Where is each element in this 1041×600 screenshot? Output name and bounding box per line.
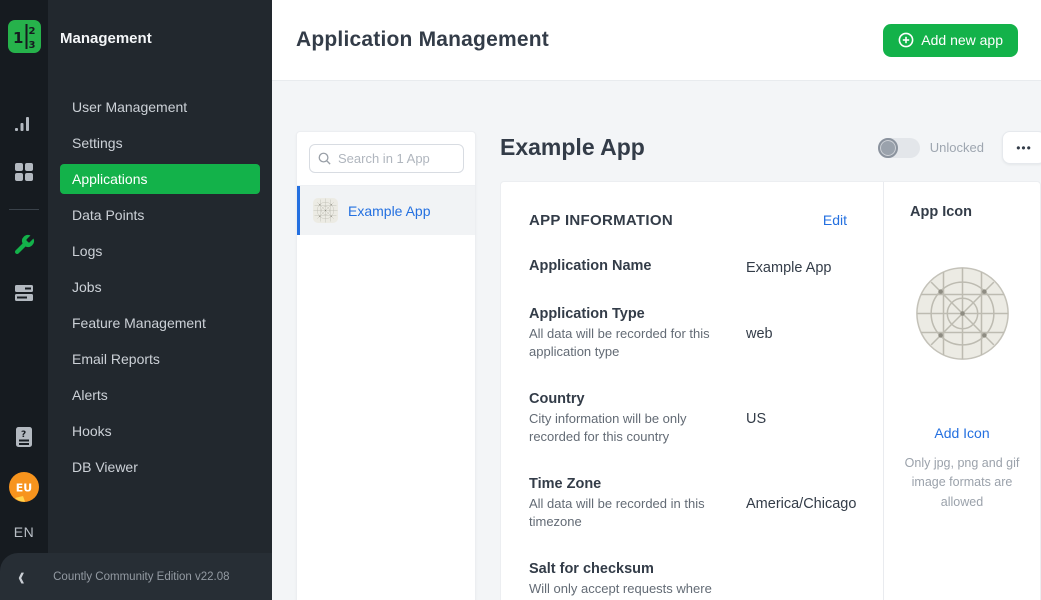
sidebar-menu-item-label: Alerts — [72, 387, 108, 403]
sidebar-menu-item[interactable]: Logs — [60, 236, 260, 266]
management-wrench-icon[interactable] — [11, 232, 37, 258]
field-label: Application Name — [529, 258, 746, 274]
sidebar-menu-item[interactable]: DB Viewer — [60, 452, 260, 482]
field-row: Time Zone All data will be recorded in t… — [529, 476, 847, 532]
svg-text:2: 2 — [28, 26, 35, 37]
field-value: America/Chicago — [746, 496, 856, 512]
app-list-item-label: Example App — [348, 203, 431, 219]
lock-status-label: Unlocked — [930, 140, 984, 155]
field-label: Time Zone — [529, 476, 746, 492]
sidebar-menu-item-label: DB Viewer — [72, 459, 138, 475]
sidebar-menu-item-label: Data Points — [72, 207, 144, 223]
page-header: Application Management Add new app — [272, 0, 1041, 81]
collapse-sidebar-icon[interactable]: ‹ — [18, 563, 25, 591]
section-title: APP INFORMATION — [529, 212, 673, 229]
icon-format-hint: Only jpg, png and gif image formats are … — [901, 454, 1023, 512]
sidebar-menu-item-label: Settings — [72, 135, 123, 151]
content-area: Example App Example App Unlocked ••• — [272, 81, 1041, 600]
toggle-knob-icon — [878, 138, 898, 158]
analytics-bar-chart-icon[interactable] — [11, 111, 37, 137]
app-list: Example App — [297, 186, 475, 235]
field-row: Salt for checksum Will only accept reque… — [529, 561, 847, 600]
sidebar-icon-strip: 1 2 3 — [0, 0, 48, 600]
application-window: 1 2 3 — [0, 0, 1041, 600]
database-server-icon[interactable] — [11, 280, 37, 306]
app-icon-placeholder — [915, 266, 1010, 361]
menu-section-title: Management — [48, 30, 272, 47]
language-selector[interactable]: EN — [14, 524, 34, 540]
search-icon — [317, 151, 332, 166]
sidebar-menu-item-label: Feature Management — [72, 315, 206, 331]
svg-text:1: 1 — [13, 29, 23, 47]
field-value: US — [746, 411, 766, 427]
app-search-input[interactable] — [309, 144, 464, 173]
field-description: All data will be recorded for this appli… — [529, 325, 729, 362]
app-search-section — [297, 132, 475, 186]
sidebar-menu-item-label: User Management — [72, 99, 187, 115]
field-value: web — [746, 326, 773, 342]
countly-logo-icon[interactable]: 1 2 3 — [8, 20, 41, 53]
svg-text:?: ? — [21, 430, 26, 440]
sidebar-footer: ‹ Countly Community Edition v22.08 — [0, 553, 272, 600]
app-icon-title: App Icon — [910, 204, 972, 220]
field-description: Will only accept requests where checksum… — [529, 580, 729, 600]
app-thumbnail-icon — [313, 198, 338, 223]
sidebar-menu-item-label: Jobs — [72, 279, 102, 295]
avatar-initials: EU — [16, 482, 32, 495]
sidebar-menu: User Management Settings Applications Da… — [48, 89, 272, 485]
sidebar-menu-item-label: Email Reports — [72, 351, 160, 367]
sidebar-menu-item-label: Hooks — [72, 423, 112, 439]
app-icon-panel: App Icon Add Icon Only jpg, png and gif … — [883, 182, 1040, 600]
add-icon-link[interactable]: Add Icon — [934, 425, 989, 441]
sidebar-menu-item[interactable]: Settings — [60, 128, 260, 158]
add-new-app-label: Add new app — [921, 32, 1003, 48]
plus-circle-icon — [898, 32, 914, 48]
field-description: All data will be recorded in this timezo… — [529, 495, 729, 532]
sidebar-menu-item[interactable]: User Management — [60, 92, 260, 122]
page-title: Application Management — [296, 28, 549, 52]
sidebar-menu-item[interactable]: Alerts — [60, 380, 260, 410]
sidebar: 1 2 3 — [0, 0, 272, 600]
field-label: Country — [529, 391, 746, 407]
apps-grid-icon[interactable] — [11, 159, 37, 185]
user-avatar[interactable]: EU — [9, 472, 39, 502]
app-list-panel: Example App — [296, 131, 476, 600]
field-row: Application Name Example App — [529, 258, 847, 277]
edit-link[interactable]: Edit — [823, 212, 847, 228]
add-new-app-button[interactable]: Add new app — [883, 24, 1018, 57]
app-detail-header: Example App Unlocked ••• — [500, 131, 1041, 164]
field-list: Application Name Example App Application… — [529, 258, 847, 600]
edition-version-label: Countly Community Edition v22.08 — [25, 571, 272, 583]
field-label: Application Type — [529, 306, 746, 322]
sidebar-menu-item[interactable]: Jobs — [60, 272, 260, 302]
app-info-card: APP INFORMATION Edit Application Name Ex… — [500, 181, 1041, 600]
main-area: Application Management Add new app — [272, 0, 1041, 600]
field-value: Example App — [746, 260, 831, 276]
lock-toggle[interactable] — [878, 138, 920, 158]
sidebar-menu-item[interactable]: Hooks — [60, 416, 260, 446]
more-options-button[interactable]: ••• — [1002, 131, 1041, 164]
sidebar-menu-item[interactable]: Email Reports — [60, 344, 260, 374]
field-label: Salt for checksum — [529, 561, 746, 577]
strip-divider — [9, 209, 39, 210]
field-row: Country City information will be only re… — [529, 391, 847, 447]
sidebar-menu-panel: Management User Management Settings Appl… — [48, 0, 272, 600]
sidebar-menu-item[interactable]: Data Points — [60, 200, 260, 230]
svg-text:3: 3 — [28, 40, 35, 51]
app-detail: Example App Unlocked ••• APP INFORMATION… — [500, 131, 1041, 600]
field-row: Application Type All data will be record… — [529, 306, 847, 362]
sidebar-menu-item[interactable]: Applications — [60, 164, 260, 194]
field-description: City information will be only recorded f… — [529, 410, 729, 447]
sidebar-menu-item-label: Applications — [72, 171, 148, 187]
sidebar-menu-item-label: Logs — [72, 243, 102, 259]
sidebar-menu-item[interactable]: Feature Management — [60, 308, 260, 338]
app-list-item[interactable]: Example App — [297, 186, 475, 235]
app-information-section: APP INFORMATION Edit Application Name Ex… — [501, 182, 883, 600]
help-document-icon[interactable]: ? — [11, 424, 37, 450]
app-detail-title: Example App — [500, 134, 645, 161]
